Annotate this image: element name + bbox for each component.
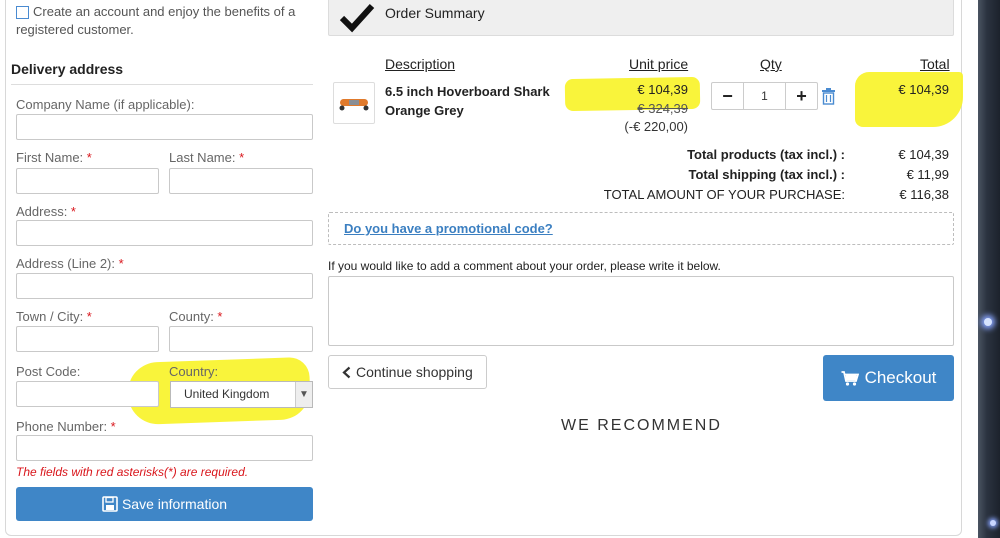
- description-header[interactable]: Description: [385, 56, 455, 72]
- we-recommend-title: WE RECOMMEND: [561, 417, 722, 434]
- continue-shopping-label: Continue shopping: [356, 364, 473, 380]
- qty-header[interactable]: Qty: [760, 56, 782, 72]
- phone-label: Phone Number: *: [16, 419, 116, 434]
- price-discount: (-€ 220,00): [624, 119, 688, 134]
- first-name-field[interactable]: [16, 168, 159, 194]
- shopping-cart-icon: [841, 370, 859, 386]
- total-products-label: Total products (tax incl.) :: [687, 147, 845, 162]
- first-name-label: First Name: *: [16, 150, 92, 165]
- quantity-stepper[interactable]: − 1 +: [711, 82, 818, 110]
- quantity-value[interactable]: 1: [743, 83, 786, 109]
- comment-label: If you would like to add a comment about…: [328, 259, 721, 273]
- country-select[interactable]: United Kingdom ▼: [170, 381, 313, 408]
- total-amount-value: € 116,38: [899, 187, 949, 202]
- total-products-value: € 104,39: [898, 147, 949, 162]
- decrease-quantity-button[interactable]: −: [712, 83, 743, 109]
- checkout-label: Checkout: [864, 368, 937, 387]
- create-account-label: Create an account and enjoy the benefits…: [16, 4, 296, 37]
- delivery-address-title: Delivery address: [11, 61, 124, 77]
- company-label: Company Name (if applicable):: [16, 97, 195, 112]
- last-name-field[interactable]: [169, 168, 313, 194]
- company-field[interactable]: [16, 114, 313, 140]
- order-summary-header: Order Summary: [328, 0, 954, 36]
- product-name[interactable]: 6.5 inch Hoverboard Shark Orange Grey: [385, 82, 565, 120]
- old-price: € 324,39: [637, 101, 688, 116]
- floppy-disk-icon: [102, 496, 118, 512]
- total-shipping-value: € 11,99: [906, 167, 949, 182]
- address2-field[interactable]: [16, 273, 313, 299]
- save-information-label: Save information: [121, 496, 228, 512]
- total-amount-label: TOTAL AMOUNT OF YOUR PURCHASE:: [603, 187, 845, 202]
- hoverboard-image: [339, 99, 369, 111]
- line-total: € 104,39: [898, 82, 949, 97]
- unit-price: € 104,39: [637, 82, 688, 97]
- country-value: United Kingdom: [184, 387, 270, 401]
- postcode-label: Post Code:: [16, 364, 81, 379]
- checkmark-icon: [339, 3, 375, 33]
- total-shipping-label: Total shipping (tax incl.) :: [688, 167, 845, 182]
- county-field[interactable]: [169, 326, 313, 352]
- required-note: The fields with red asterisks(*) are req…: [16, 465, 249, 479]
- phone-field[interactable]: [16, 435, 313, 461]
- trash-icon[interactable]: [821, 88, 836, 105]
- continue-shopping-button[interactable]: Continue shopping: [328, 355, 487, 389]
- highlight-line-total: [855, 72, 963, 127]
- town-label: Town / City: *: [16, 309, 92, 324]
- comment-textarea[interactable]: [328, 276, 954, 346]
- county-label: County: *: [169, 309, 223, 324]
- total-header[interactable]: Total: [920, 56, 950, 72]
- address-field[interactable]: [16, 220, 313, 246]
- promo-code-link[interactable]: Do you have a promotional code?: [344, 221, 553, 236]
- last-name-label: Last Name: *: [169, 150, 245, 165]
- address-label: Address: *: [16, 204, 76, 219]
- save-information-button[interactable]: Save information: [16, 487, 313, 521]
- address2-label: Address (Line 2): *: [16, 256, 124, 271]
- unit-price-header[interactable]: Unit price: [629, 56, 688, 72]
- town-field[interactable]: [16, 326, 159, 352]
- promo-code-box: Do you have a promotional code?: [328, 212, 954, 245]
- postcode-field[interactable]: [16, 381, 159, 407]
- desktop-edge: [978, 0, 1000, 538]
- country-label: Country:: [169, 364, 219, 379]
- chevron-left-icon: [342, 366, 351, 378]
- section-divider: [11, 84, 313, 85]
- order-summary-title: Order Summary: [385, 5, 485, 21]
- product-thumbnail[interactable]: [333, 82, 375, 124]
- chevron-down-icon[interactable]: ▼: [295, 382, 312, 407]
- increase-quantity-button[interactable]: +: [786, 83, 817, 109]
- checkout-button[interactable]: Checkout: [823, 355, 954, 401]
